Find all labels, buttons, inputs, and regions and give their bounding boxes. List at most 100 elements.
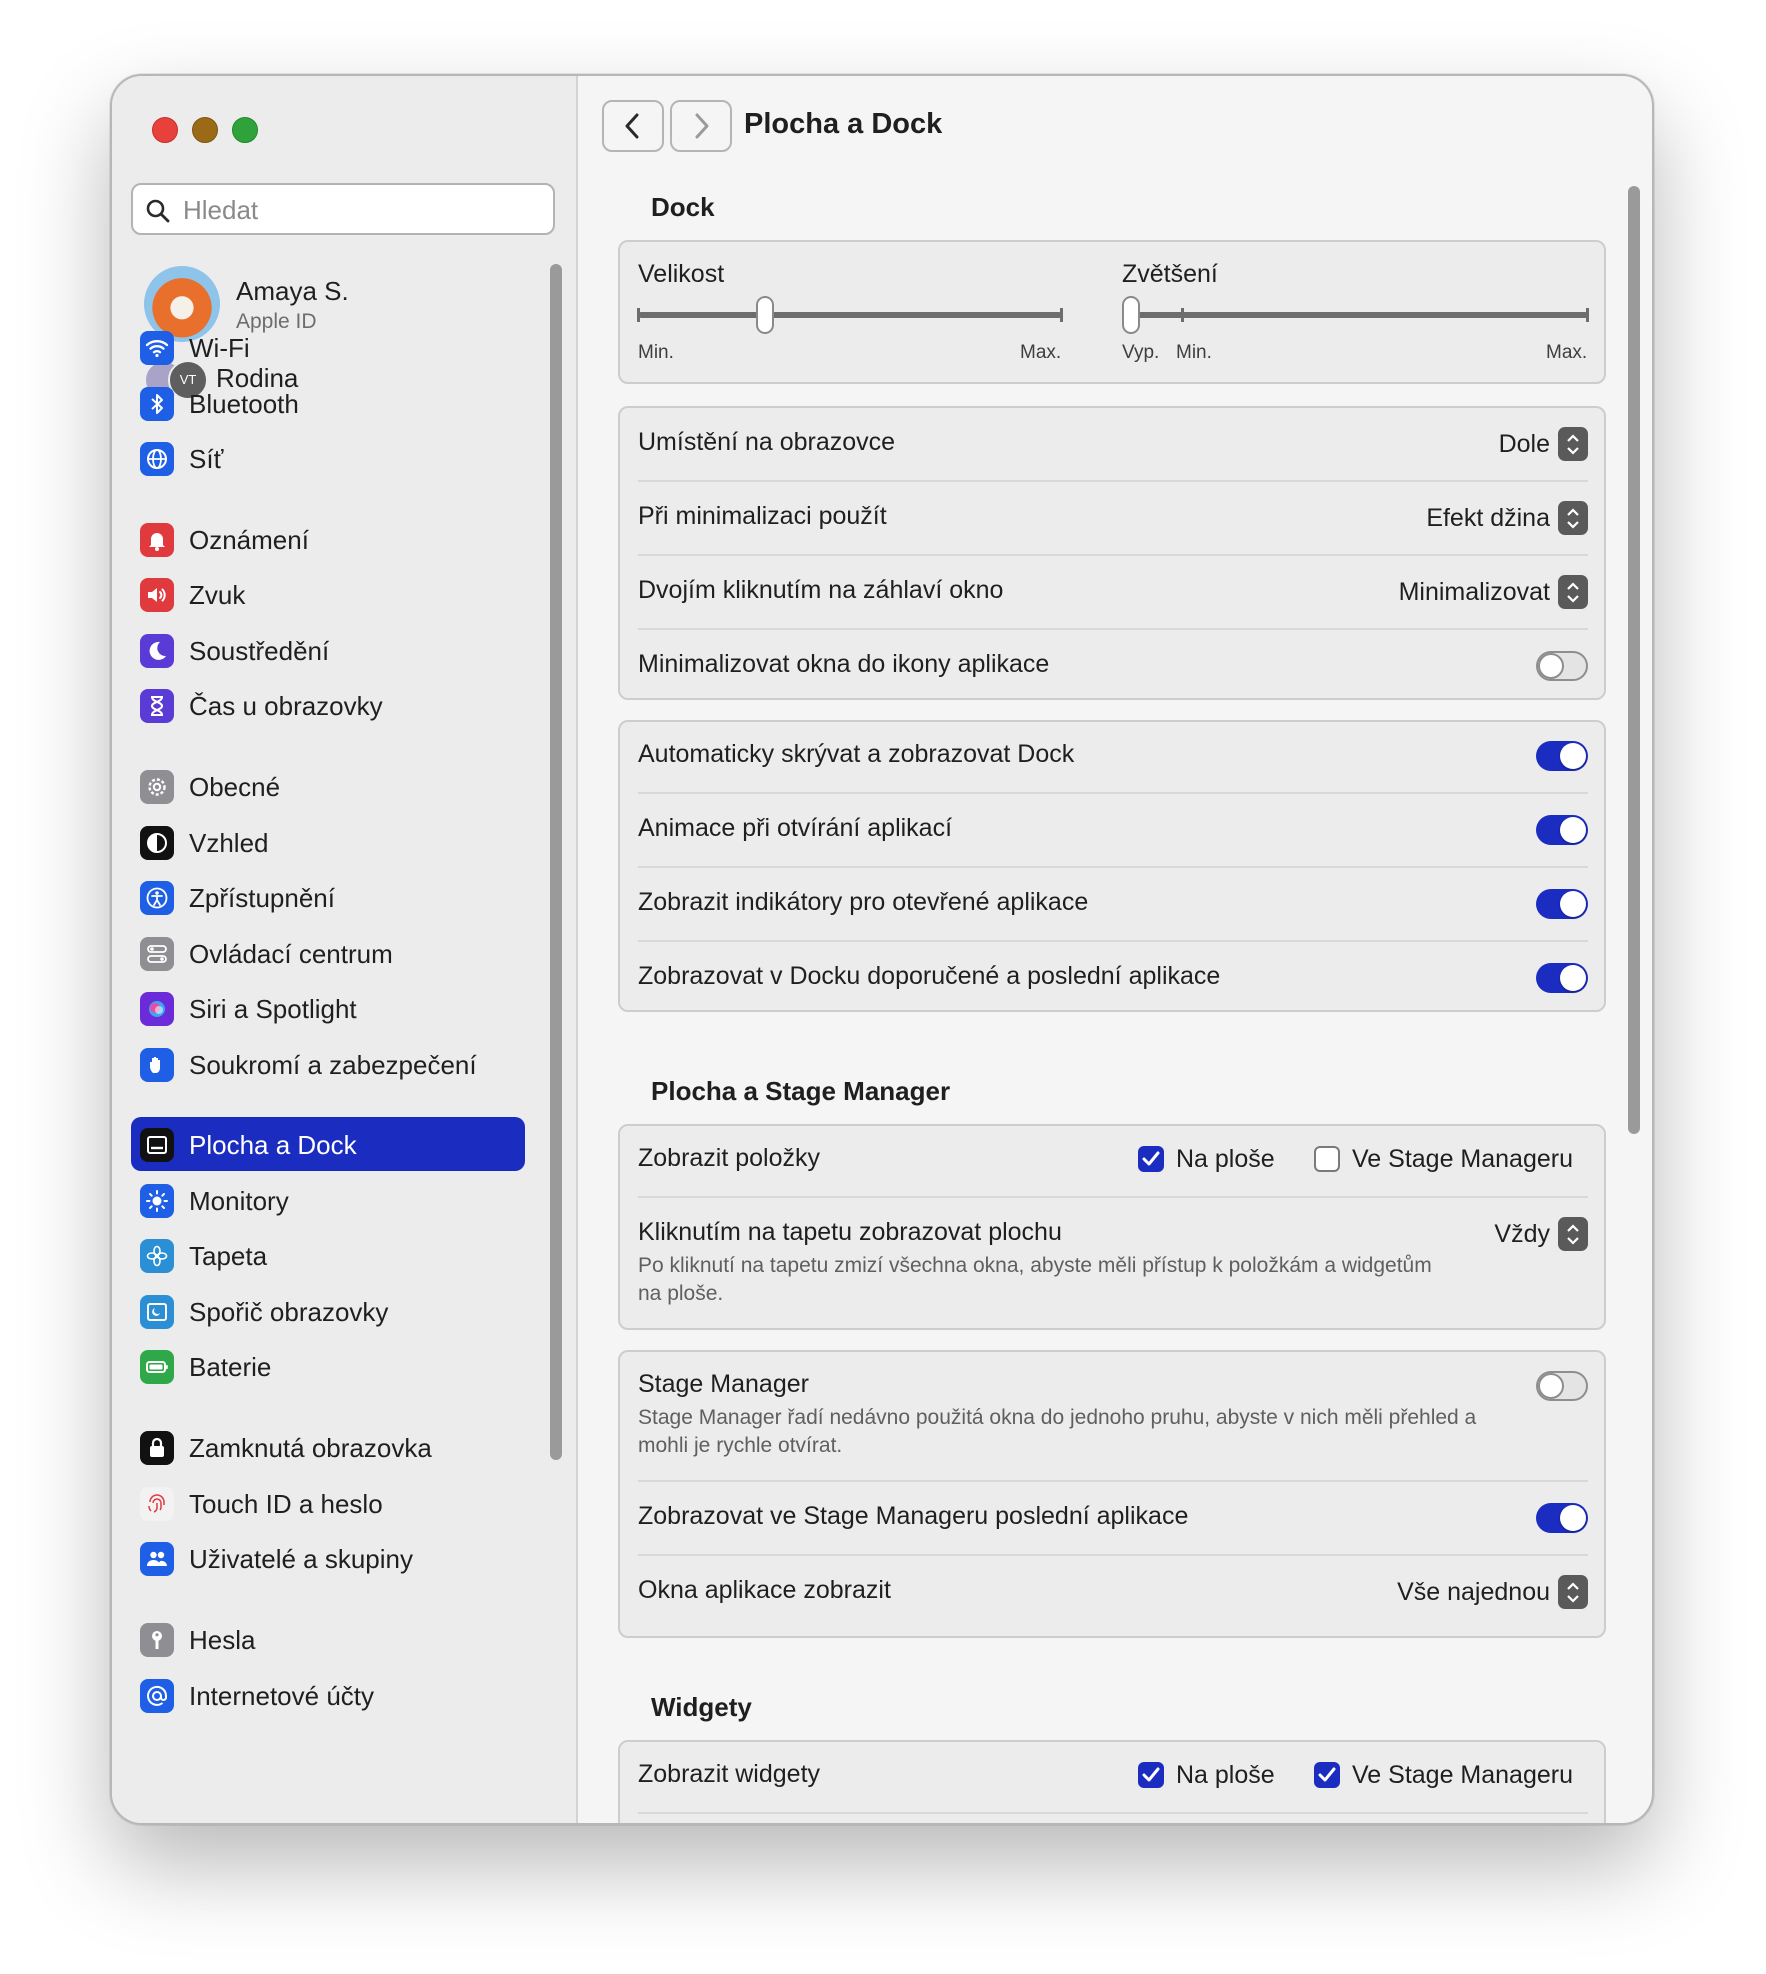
sidebar-item-label: Tapeta xyxy=(189,1241,268,1271)
divider xyxy=(638,792,1588,794)
sidebar-item-15[interactable]: Monitory xyxy=(131,1173,525,1227)
sidebar-item-4[interactable]: Oznámení xyxy=(131,512,525,566)
indicators-label: Zobrazit indikátory pro otevřené aplikac… xyxy=(638,888,1089,916)
chevron-updown-icon xyxy=(1558,1575,1588,1609)
sidebar-item-20[interactable]: Touch ID a heslo xyxy=(131,1476,525,1530)
position-row: Umístění na obrazovce Dole xyxy=(638,426,1588,462)
sidebar-item-16[interactable]: Tapeta xyxy=(131,1228,525,1282)
stage-manager-label: Stage Manager xyxy=(638,1370,809,1398)
app-windows-value: Vše najednou xyxy=(1397,1577,1550,1606)
sidebar-item-3[interactable]: Síť xyxy=(131,431,525,485)
sidebar-item-label: Zpřístupnění xyxy=(189,883,335,913)
sidebar-item-11[interactable]: Ovládací centrum xyxy=(131,926,525,980)
sidebar-item-label: Monitory xyxy=(189,1186,289,1216)
chevron-updown-icon xyxy=(1558,1217,1588,1251)
stage-recent-apps-toggle[interactable] xyxy=(1536,1503,1588,1533)
indicators-row: Zobrazit indikátory pro otevřené aplikac… xyxy=(638,886,1588,922)
divider xyxy=(638,1196,1588,1198)
stage-manager-toggle[interactable] xyxy=(1536,1371,1588,1401)
magnification-slider-label: Zvětšení xyxy=(1122,260,1218,288)
show-items-desktop-checkbox[interactable]: Na ploše xyxy=(1138,1142,1275,1176)
double-click-popup[interactable]: Minimalizovat xyxy=(1399,574,1588,610)
close-window-button[interactable] xyxy=(152,117,178,143)
stage-manager-group: Stage Manager Stage Manager řadí nedávno… xyxy=(618,1350,1606,1638)
sidebar-item-label: Čas u obrazovky xyxy=(189,691,383,721)
show-widgets-row: Zobrazit widgety Na ploše Ve Stage Manag… xyxy=(638,1758,1588,1794)
magnification-off-label: Vyp. xyxy=(1122,342,1160,363)
toggle-knob xyxy=(1538,1373,1564,1399)
magnification-slider-thumb[interactable] xyxy=(1122,296,1140,334)
hand-icon xyxy=(140,1048,174,1082)
checkbox[interactable] xyxy=(1138,1762,1164,1788)
sidebar-item-2[interactable]: Bluetooth xyxy=(131,376,525,430)
minimize-to-icon-toggle[interactable] xyxy=(1536,651,1588,681)
sidebar-item-10[interactable]: Zpřístupnění xyxy=(131,870,525,924)
fingerprint-icon xyxy=(140,1487,174,1521)
lock-icon xyxy=(140,1431,174,1465)
show-items-stage-checkbox[interactable]: Ve Stage Manageru xyxy=(1314,1142,1573,1176)
sidebar-item-8[interactable]: Obecné xyxy=(131,759,525,813)
size-slider-track[interactable] xyxy=(638,312,1062,318)
sidebar-item-label: Síť xyxy=(189,444,224,474)
key-icon xyxy=(140,1623,174,1657)
autohide-toggle[interactable] xyxy=(1536,741,1588,771)
sidebar-item-23[interactable]: Internetové účty xyxy=(131,1668,525,1722)
app-windows-row: Okna aplikace zobrazit Vše najednou xyxy=(638,1574,1588,1610)
size-slider-thumb[interactable] xyxy=(756,296,775,334)
checkbox[interactable] xyxy=(1314,1146,1340,1172)
stage-manager-row: Stage Manager Stage Manager řadí nedávno… xyxy=(638,1368,1588,1468)
sidebar-item-9[interactable]: Vzhled xyxy=(131,815,525,869)
click-wallpaper-popup[interactable]: Vždy xyxy=(1494,1216,1588,1252)
sidebar-item-13[interactable]: Soukromí a zabezpečení xyxy=(131,1037,525,1091)
sidebar-item-12[interactable]: Siri a Spotlight xyxy=(131,981,525,1035)
sidebar-item-6[interactable]: Soustředění xyxy=(131,623,525,677)
click-wallpaper-value: Vždy xyxy=(1494,1219,1550,1248)
show-widgets-desktop-checkbox[interactable]: Na ploše xyxy=(1138,1758,1275,1792)
section-title-stage: Plocha a Stage Manager xyxy=(651,1076,951,1106)
stage-recent-apps-label: Zobrazovat ve Stage Manageru poslední ap… xyxy=(638,1502,1189,1530)
search-field[interactable] xyxy=(131,183,555,235)
magnification-slider-track[interactable] xyxy=(1122,312,1588,318)
stage-items-group: Zobrazit položky Na ploše Ve Stage Manag… xyxy=(618,1124,1606,1330)
checkbox[interactable] xyxy=(1314,1762,1340,1788)
recents-toggle[interactable] xyxy=(1536,963,1588,993)
siri-icon xyxy=(140,992,174,1026)
app-windows-popup[interactable]: Vše najednou xyxy=(1397,1574,1588,1610)
sidebar-item-17[interactable]: Spořič obrazovky xyxy=(131,1284,525,1338)
sidebar: Amaya S. Apple ID VT Rodina Wi-FiBluetoo… xyxy=(112,76,578,1823)
sidebar-item-label: Siri a Spotlight xyxy=(189,994,357,1024)
search-input[interactable] xyxy=(181,193,545,227)
click-wallpaper-row: Kliknutím na tapetu zobrazovat plochu Po… xyxy=(638,1216,1588,1316)
chevron-updown-icon xyxy=(1558,427,1588,461)
minimize-effect-label: Při minimalizaci použít xyxy=(638,502,887,530)
main-scrollbar[interactable] xyxy=(1628,186,1640,1134)
minimize-window-button[interactable] xyxy=(192,117,218,143)
sidebar-item-19[interactable]: Zamknutá obrazovka xyxy=(131,1420,525,1474)
sidebar-item-label: Soustředění xyxy=(189,636,330,666)
show-widgets-stage-checkbox[interactable]: Ve Stage Manageru xyxy=(1314,1758,1573,1792)
minimize-to-icon-row: Minimalizovat okna do ikony aplikace xyxy=(638,648,1588,684)
sidebar-item-21[interactable]: Uživatelé a skupiny xyxy=(131,1531,525,1585)
minimize-effect-popup[interactable]: Efekt džina xyxy=(1426,500,1588,536)
moon-icon xyxy=(140,634,174,668)
sidebar-item-14[interactable]: Plocha a Dock xyxy=(131,1117,525,1171)
sidebar-item-label: Obecné xyxy=(189,772,281,802)
sidebar-scrollbar[interactable] xyxy=(550,264,562,1460)
magnification-min-label: Min. xyxy=(1176,342,1212,363)
checkbox[interactable] xyxy=(1138,1146,1164,1172)
sidebar-item-label: Baterie xyxy=(189,1352,272,1382)
sidebar-item-18[interactable]: Baterie xyxy=(131,1339,525,1393)
animate-toggle[interactable] xyxy=(1536,815,1588,845)
indicators-toggle[interactable] xyxy=(1536,889,1588,919)
sidebar-item-5[interactable]: Zvuk xyxy=(131,567,525,621)
size-slider-tick xyxy=(1060,308,1063,322)
position-popup[interactable]: Dole xyxy=(1499,426,1588,462)
sidebar-item-label: Spořič obrazovky xyxy=(189,1297,389,1327)
checkbox-label: Na ploše xyxy=(1176,1760,1275,1789)
sidebar-item-22[interactable]: Hesla xyxy=(131,1612,525,1666)
sidebar-item-1[interactable]: Wi-Fi xyxy=(131,320,525,374)
zoom-window-button[interactable] xyxy=(232,117,258,143)
settings-content: Dock Velikost Min. Max. Zvětšení Vyp. Mi… xyxy=(578,76,1652,1823)
recents-label: Zobrazovat v Docku doporučené a poslední… xyxy=(638,962,1221,990)
sidebar-item-7[interactable]: Čas u obrazovky xyxy=(131,678,525,732)
